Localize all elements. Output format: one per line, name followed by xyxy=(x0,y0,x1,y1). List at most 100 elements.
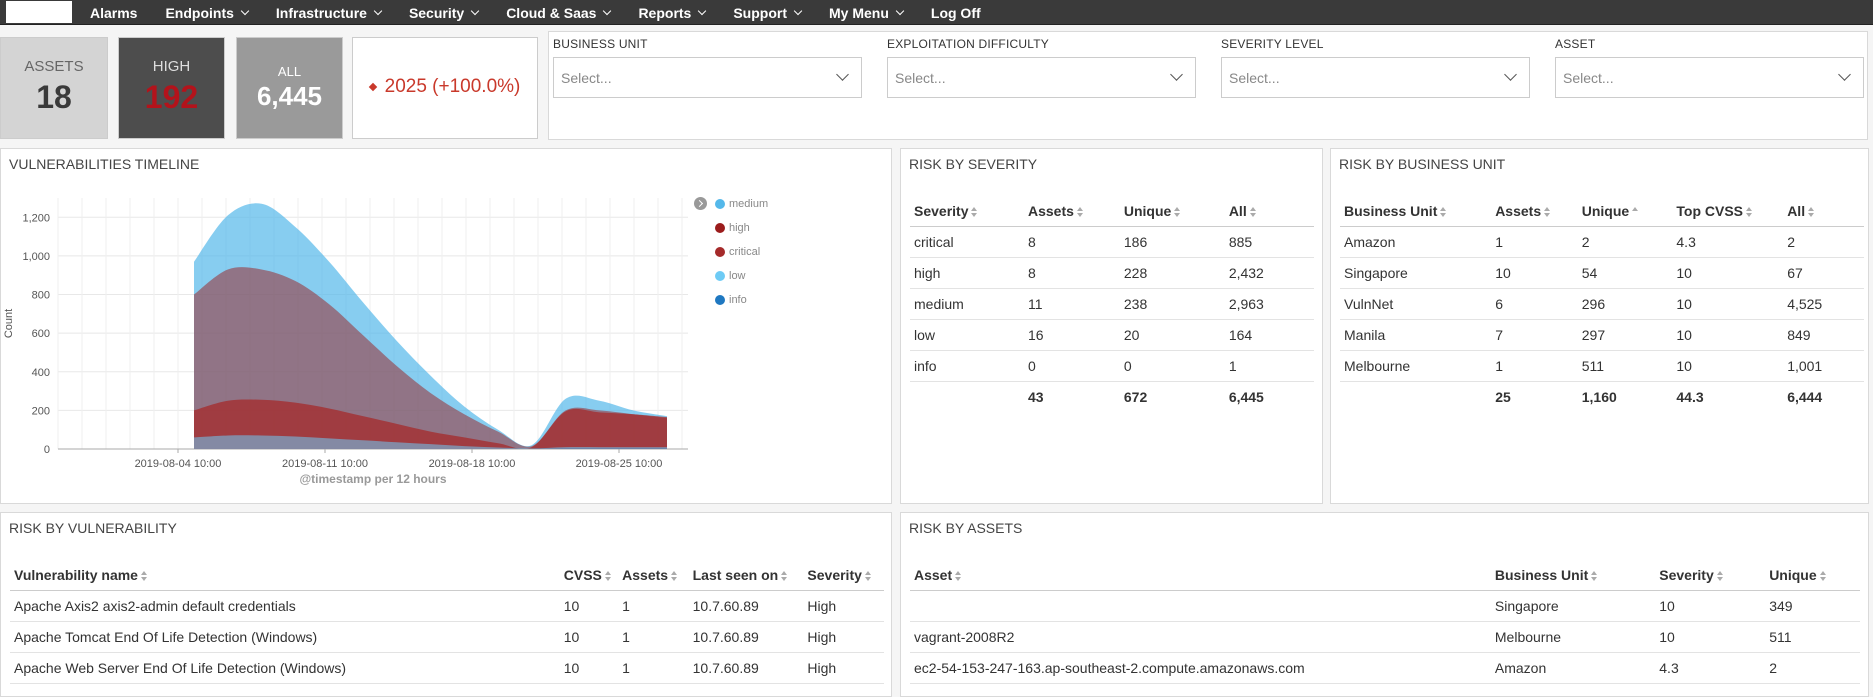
table-row[interactable]: Apache Axis2 axis2-admin default credent… xyxy=(10,590,884,621)
sort-icon[interactable] xyxy=(971,207,978,217)
sort-icon[interactable] xyxy=(141,571,148,581)
nav-item-endpoints[interactable]: Endpoints xyxy=(165,5,247,21)
table-cell: 8 xyxy=(1024,257,1120,288)
sort-icon[interactable] xyxy=(1440,207,1447,217)
table-cell: 10 xyxy=(560,590,618,621)
table-cell: 10.7.60.89 xyxy=(689,652,804,683)
logo[interactable] xyxy=(6,1,72,23)
severity-table: SeverityAssetsUnique Allcritical8186885hi… xyxy=(910,197,1314,412)
table-row[interactable]: Singapore10349 xyxy=(910,590,1860,621)
table-row[interactable]: Manila729710849 xyxy=(1340,319,1864,350)
legend-dot-icon xyxy=(715,295,725,305)
column-header[interactable]: Unique xyxy=(1765,561,1860,590)
legend-dot-icon xyxy=(715,247,725,257)
table-row[interactable]: medium112382,963 xyxy=(910,288,1314,319)
column-header[interactable]: Last seen on xyxy=(689,561,804,590)
table-cell: critical xyxy=(910,226,1024,257)
table-row[interactable]: vagrant-2008R2Melbourne10511 xyxy=(910,621,1860,652)
table-cell: 297 xyxy=(1578,319,1673,350)
legend-item-info[interactable]: info xyxy=(715,294,747,306)
sort-icon[interactable] xyxy=(1544,207,1551,217)
table-cell: 164 xyxy=(1225,319,1314,350)
table-row[interactable]: critical8186885 xyxy=(910,226,1314,257)
table-cell: 511 xyxy=(1578,350,1673,381)
column-header[interactable]: Assets xyxy=(618,561,688,590)
column-header[interactable]: All xyxy=(1225,197,1314,226)
nav-item-label: Security xyxy=(409,5,464,21)
column-header[interactable]: Severity xyxy=(1655,561,1765,590)
column-header[interactable]: Vulnerability name xyxy=(10,561,560,590)
sort-icon[interactable] xyxy=(865,571,872,581)
sort-icon[interactable] xyxy=(671,571,678,581)
sort-icon[interactable] xyxy=(1174,207,1181,217)
sort-icon[interactable] xyxy=(1250,207,1257,217)
nav-item-label: Alarms xyxy=(90,5,137,21)
select-placeholder: Select... xyxy=(1229,70,1280,86)
sort-icon[interactable] xyxy=(781,571,788,581)
sort-icon[interactable] xyxy=(1808,207,1815,217)
table-cell: Amazon xyxy=(1340,226,1491,257)
table-row[interactable]: VulnNet6296104,525 xyxy=(1340,288,1864,319)
column-header[interactable]: Unique xyxy=(1120,197,1225,226)
risk-by-vulnerability-panel: RISK BY VULNERABILITY Vulnerability name… xyxy=(0,512,892,697)
legend-item-critical[interactable]: critical xyxy=(715,246,760,258)
table-total-cell xyxy=(910,381,1024,412)
table-cell: High xyxy=(803,590,884,621)
legend-item-low[interactable]: low xyxy=(715,270,746,282)
chevron-down-icon xyxy=(471,7,479,15)
business-unit-select[interactable]: Select... xyxy=(553,57,862,98)
column-header[interactable]: Business Unit xyxy=(1491,561,1655,590)
table-cell: 2,963 xyxy=(1225,288,1314,319)
table-cell: 2 xyxy=(1783,226,1864,257)
column-header[interactable]: All xyxy=(1783,197,1864,226)
all-metric-tile: ALL 6,445 xyxy=(236,37,343,139)
exploitation-difficulty-select[interactable]: Select... xyxy=(887,57,1196,98)
column-header[interactable]: Asset xyxy=(910,561,1491,590)
legend-item-medium[interactable]: medium xyxy=(715,198,768,210)
column-header[interactable]: Assets xyxy=(1491,197,1578,226)
table-row[interactable]: ec2-54-153-247-163.ap-southeast-2.comput… xyxy=(910,652,1860,683)
sort-icon[interactable] xyxy=(605,571,612,581)
sort-icon[interactable] xyxy=(1717,571,1724,581)
column-header-label: Severity xyxy=(807,567,861,583)
table-cell: 10 xyxy=(1672,288,1783,319)
sort-icon[interactable] xyxy=(1077,207,1084,217)
nav-item-log-off[interactable]: Log Off xyxy=(931,5,981,21)
legend-toggle-icon[interactable] xyxy=(694,197,707,210)
sort-icon[interactable] xyxy=(1632,207,1639,217)
table-row[interactable]: low1620164 xyxy=(910,319,1314,350)
table-row[interactable]: high82282,432 xyxy=(910,257,1314,288)
nav-item-my-menu[interactable]: My Menu xyxy=(829,5,903,21)
nav-item-alarms[interactable]: Alarms xyxy=(90,5,137,21)
legend-item-high[interactable]: high xyxy=(715,222,750,234)
column-header-label: Business Unit xyxy=(1344,203,1437,219)
table-row[interactable]: Amazon124.32 xyxy=(1340,226,1864,257)
high-metric-tile: HIGH 192 xyxy=(118,37,225,139)
table-row[interactable]: Singapore10541067 xyxy=(1340,257,1864,288)
table-row[interactable]: Apache Web Server End Of Life Detection … xyxy=(10,652,884,683)
nav-item-support[interactable]: Support xyxy=(733,5,801,21)
nav-item-infrastructure[interactable]: Infrastructure xyxy=(276,5,381,21)
severity-level-select[interactable]: Select... xyxy=(1221,57,1530,98)
sort-icon[interactable] xyxy=(1591,571,1598,581)
column-header[interactable]: CVSS xyxy=(560,561,618,590)
column-header[interactable]: Severity xyxy=(910,197,1024,226)
sort-icon[interactable] xyxy=(1820,571,1827,581)
table-row[interactable]: Melbourne1511101,001 xyxy=(1340,350,1864,381)
business-unit-table: Business UnitAssetsUniqueTop CVSSAllAmaz… xyxy=(1340,197,1864,412)
column-header[interactable]: Severity xyxy=(803,561,884,590)
nav-item-security[interactable]: Security xyxy=(409,5,478,21)
column-header[interactable]: Unique xyxy=(1578,197,1673,226)
nav-item-cloud-saas[interactable]: Cloud & Saas xyxy=(506,5,610,21)
column-header-label: Unique xyxy=(1124,203,1171,219)
nav-item-reports[interactable]: Reports xyxy=(638,5,705,21)
asset-select[interactable]: Select... xyxy=(1555,57,1864,98)
table-row[interactable]: info001 xyxy=(910,350,1314,381)
column-header[interactable]: Top CVSS xyxy=(1672,197,1783,226)
sort-icon[interactable] xyxy=(1746,207,1753,217)
column-header[interactable]: Assets xyxy=(1024,197,1120,226)
chevron-down-icon xyxy=(698,7,706,15)
sort-icon[interactable] xyxy=(955,571,962,581)
table-row[interactable]: Apache Tomcat End Of Life Detection (Win… xyxy=(10,621,884,652)
column-header[interactable]: Business Unit xyxy=(1340,197,1491,226)
